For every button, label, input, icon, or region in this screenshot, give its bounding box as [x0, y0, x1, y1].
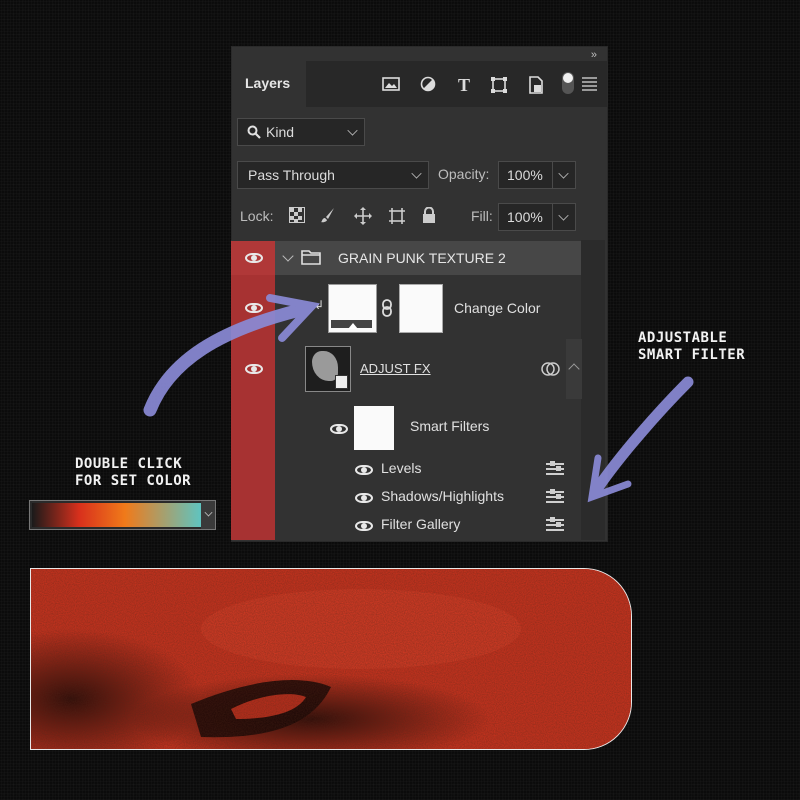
arrow-icon — [143, 294, 320, 417]
grain-texture-preview — [30, 568, 632, 750]
preview-image — [31, 569, 631, 749]
arrow-icon — [587, 376, 694, 503]
